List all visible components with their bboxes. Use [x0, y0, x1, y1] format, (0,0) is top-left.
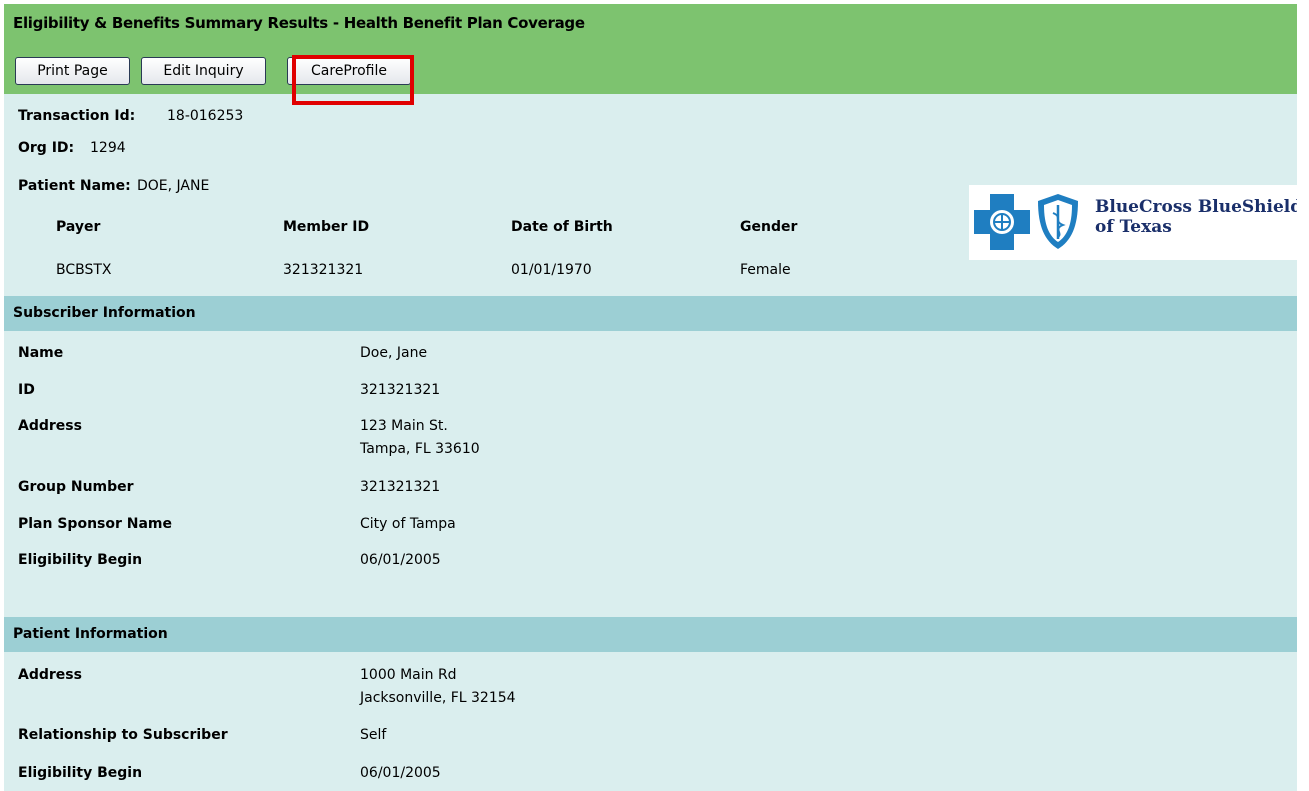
- payer-value: BCBSTX: [56, 262, 112, 278]
- subscriber-address-label: Address: [18, 418, 82, 434]
- bcbs-logo-text: BlueCross BlueShield of Texas: [1095, 197, 1297, 237]
- member-id-value: 321321321: [283, 262, 364, 278]
- plan-sponsor-label: Plan Sponsor Name: [18, 516, 173, 532]
- gender-value: Female: [740, 262, 791, 278]
- edit-inquiry-button[interactable]: Edit Inquiry: [141, 57, 266, 85]
- subscriber-name-value: Doe, Jane: [360, 345, 428, 361]
- org-id-value: 1294: [90, 140, 126, 156]
- subscriber-address-line2: Tampa, FL 33610: [360, 441, 480, 457]
- subscriber-eligibility-begin-value: 06/01/2005: [360, 552, 441, 568]
- careprofile-highlight-box: [292, 55, 414, 105]
- patient-name-value: DOE, JANE: [137, 178, 210, 194]
- org-id-label: Org ID:: [18, 140, 75, 156]
- subscriber-id-label: ID: [18, 382, 35, 398]
- patient-eligibility-begin-label: Eligibility Begin: [18, 765, 143, 781]
- header-band: Eligibility & Benefits Summary Results -…: [4, 4, 1297, 105]
- subscriber-id-value: 321321321: [360, 382, 441, 398]
- patient-information-header: Patient Information: [4, 617, 1297, 652]
- transaction-id-label: Transaction Id:: [18, 108, 136, 124]
- payer-header: Payer: [56, 219, 101, 235]
- gender-header: Gender: [740, 219, 798, 235]
- date-of-birth-header: Date of Birth: [511, 219, 613, 235]
- patient-address-line1: 1000 Main Rd: [360, 667, 457, 683]
- relationship-label: Relationship to Subscriber: [18, 727, 228, 743]
- page-title: Eligibility & Benefits Summary Results -…: [13, 14, 585, 32]
- patient-address-label: Address: [18, 667, 82, 683]
- results-page: Eligibility & Benefits Summary Results -…: [4, 4, 1297, 791]
- relationship-value: Self: [360, 727, 387, 743]
- member-id-header: Member ID: [283, 219, 370, 235]
- bcbs-logo: BlueCross BlueShield of Texas: [969, 185, 1297, 260]
- subscriber-address-line1: 123 Main St.: [360, 418, 448, 434]
- transaction-id-value: 18-016253: [167, 108, 244, 124]
- subscriber-information-header: Subscriber Information: [4, 296, 1297, 331]
- group-number-label: Group Number: [18, 479, 134, 495]
- bcbs-cross-shield-icon: [974, 194, 1078, 250]
- print-page-button[interactable]: Print Page: [15, 57, 130, 85]
- patient-name-label: Patient Name:: [18, 178, 131, 194]
- patient-address-line2: Jacksonville, FL 32154: [360, 690, 516, 706]
- patient-eligibility-begin-value: 06/01/2005: [360, 765, 441, 781]
- subscriber-name-label: Name: [18, 345, 64, 361]
- plan-sponsor-value: City of Tampa: [360, 516, 456, 532]
- subscriber-eligibility-begin-label: Eligibility Begin: [18, 552, 143, 568]
- section-title: Patient Information: [13, 626, 168, 642]
- date-of-birth-value: 01/01/1970: [511, 262, 592, 278]
- group-number-value: 321321321: [360, 479, 441, 495]
- section-title: Subscriber Information: [13, 305, 196, 321]
